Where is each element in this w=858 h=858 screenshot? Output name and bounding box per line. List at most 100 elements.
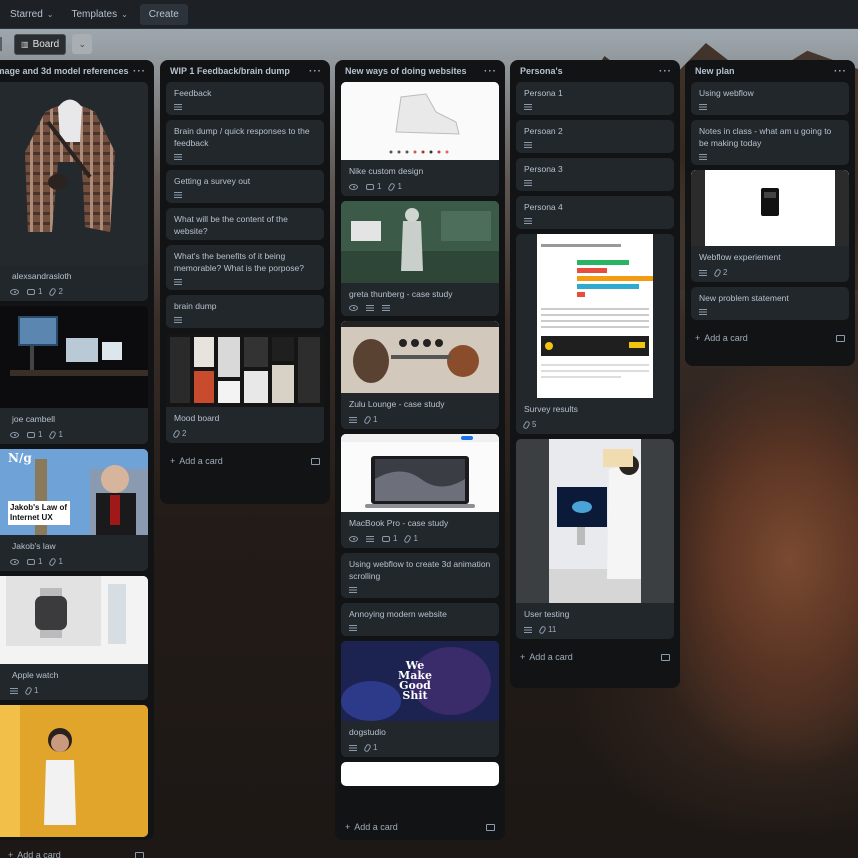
card[interactable]: Getting a survey out <box>166 170 324 203</box>
card-title: Brain dump / quick responses to the feed… <box>174 126 310 148</box>
list-menu-icon[interactable]: ··· <box>659 66 672 77</box>
list-title[interactable]: WIP 1 Feedback/brain dump <box>170 66 290 76</box>
card-title: dogstudio <box>349 727 386 737</box>
card[interactable]: Brain dump / quick responses to the feed… <box>166 120 324 165</box>
card-cover-image <box>341 321 499 393</box>
zulu-lounge-image <box>341 321 499 393</box>
card[interactable]: What will be the content of the website? <box>166 208 324 240</box>
card[interactable] <box>0 705 148 837</box>
board-view-button[interactable]: ▥ Board <box>14 33 67 55</box>
card-cover-image: N/g Jakob's Law of Internet UX <box>0 449 148 535</box>
list-title[interactable]: New plan <box>695 66 735 76</box>
view-switcher-button[interactable]: ⌄ <box>72 34 93 54</box>
card[interactable]: New problem statement <box>691 287 849 320</box>
card[interactable]: Feedback <box>166 82 324 115</box>
card-cover-image <box>341 434 499 512</box>
card-template-icon[interactable] <box>311 457 320 465</box>
card-badges <box>691 152 849 165</box>
attachments-badge: 1 <box>363 414 377 425</box>
paperclip-icon <box>48 556 58 567</box>
card[interactable]: N/g Jakob's Law of Internet UX Jakob's l… <box>0 449 148 571</box>
card-template-icon[interactable] <box>135 851 144 858</box>
starred-menu[interactable]: Starred ⌄ <box>4 5 60 24</box>
paperclip-icon <box>48 429 58 440</box>
add-card-button[interactable]: + Add a card <box>691 325 849 351</box>
card-badges <box>691 307 849 320</box>
templates-menu[interactable]: Templates ⌄ <box>66 5 134 24</box>
card[interactable]: We Make Good Shit dogstudio 1 <box>341 641 499 757</box>
jacket-image <box>0 82 148 265</box>
divider <box>0 37 2 51</box>
card[interactable]: Notes in class - what am u going to be m… <box>691 120 849 165</box>
card[interactable]: Persoan 2 <box>516 120 674 153</box>
nng-badge: N/g <box>8 451 32 465</box>
chevron-down-icon: ⌄ <box>46 9 54 19</box>
card-badges: 1 1 <box>341 532 499 548</box>
card[interactable]: Persona 1 <box>516 82 674 115</box>
attachments-badge: 1 <box>403 533 418 544</box>
card-title: User testing <box>524 609 570 619</box>
card-badges <box>341 585 499 598</box>
list-title[interactable]: Persona's <box>520 66 563 76</box>
card-title: Getting a survey out <box>174 176 251 186</box>
paperclip-icon <box>24 685 33 696</box>
card-cover-image: We Make Good Shit <box>341 641 499 721</box>
list-menu-icon[interactable]: ··· <box>133 66 146 77</box>
attachments-count: 1 <box>34 686 39 695</box>
card[interactable]: Annoying modern website <box>341 603 499 636</box>
card[interactable]: Persona 3 <box>516 158 674 191</box>
card[interactable]: Using webflow to create 3d animation scr… <box>341 553 499 598</box>
card[interactable]: User testing 11 <box>516 439 674 639</box>
card[interactable]: What's the benefits of it being memorabl… <box>166 245 324 290</box>
card[interactable]: MacBook Pro - case study 1 1 <box>341 434 499 548</box>
greta-thunberg-image <box>341 201 499 283</box>
card[interactable]: joe cambell 1 1 <box>0 306 148 444</box>
mood-board-image <box>166 333 324 407</box>
card-title: Mood board <box>174 413 220 423</box>
card[interactable]: alexsandrasloth 1 2 <box>0 82 148 301</box>
card[interactable]: Survey results 5 <box>516 234 674 434</box>
description-icon <box>699 154 707 160</box>
card[interactable]: Nike custom design 1 1 <box>341 82 499 196</box>
card[interactable]: greta thunberg - case study <box>341 201 499 316</box>
card[interactable]: Persona 4 <box>516 196 674 229</box>
card[interactable] <box>341 762 499 786</box>
card-cover-image <box>516 234 674 398</box>
add-card-button[interactable]: + Add a card <box>516 644 674 670</box>
card[interactable]: brain dump <box>166 295 324 328</box>
add-card-button[interactable]: + Add a card <box>166 448 324 474</box>
card[interactable]: Using webflow <box>691 82 849 115</box>
description-icon <box>174 317 182 323</box>
add-card-button[interactable]: + Add a card <box>0 842 148 858</box>
card-cover-image <box>341 762 499 786</box>
description-icon <box>699 104 707 110</box>
create-button[interactable]: Create <box>139 3 188 25</box>
card-template-icon[interactable] <box>661 653 670 661</box>
card-title: Annoying modern website <box>349 609 447 619</box>
add-card-button[interactable]: + Add a card <box>341 814 499 840</box>
comments-badge: 1 <box>366 182 381 191</box>
cover-caption: Jakob's Law of Internet UX <box>8 501 70 525</box>
card-badges: 1 1 <box>341 180 499 196</box>
attachments-badge: 2 <box>48 286 63 297</box>
card[interactable]: Zulu Lounge - case study 1 <box>341 321 499 429</box>
list-title[interactable]: Image and 3d model references <box>0 66 129 76</box>
portrait-photo <box>0 705 148 837</box>
add-card-label: Add a card <box>529 652 573 662</box>
attachments-count: 5 <box>532 420 537 429</box>
card[interactable]: Mood board 2 <box>166 333 324 443</box>
list-title[interactable]: New ways of doing websites <box>345 66 467 76</box>
card-template-icon[interactable] <box>486 823 495 831</box>
paperclip-icon <box>713 267 722 278</box>
card-title: What will be the content of the website? <box>174 214 288 236</box>
attachments-badge: 1 <box>48 429 63 440</box>
description-icon <box>349 625 357 631</box>
list-menu-icon[interactable]: ··· <box>309 66 322 77</box>
description-icon <box>524 626 532 633</box>
card-template-icon[interactable] <box>836 334 845 342</box>
list-menu-icon[interactable]: ··· <box>834 66 847 77</box>
card[interactable]: Webflow experiement 2 <box>691 170 849 282</box>
description-icon <box>524 142 532 148</box>
list-menu-icon[interactable]: ··· <box>484 66 497 77</box>
card[interactable]: Apple watch 1 <box>0 576 148 700</box>
